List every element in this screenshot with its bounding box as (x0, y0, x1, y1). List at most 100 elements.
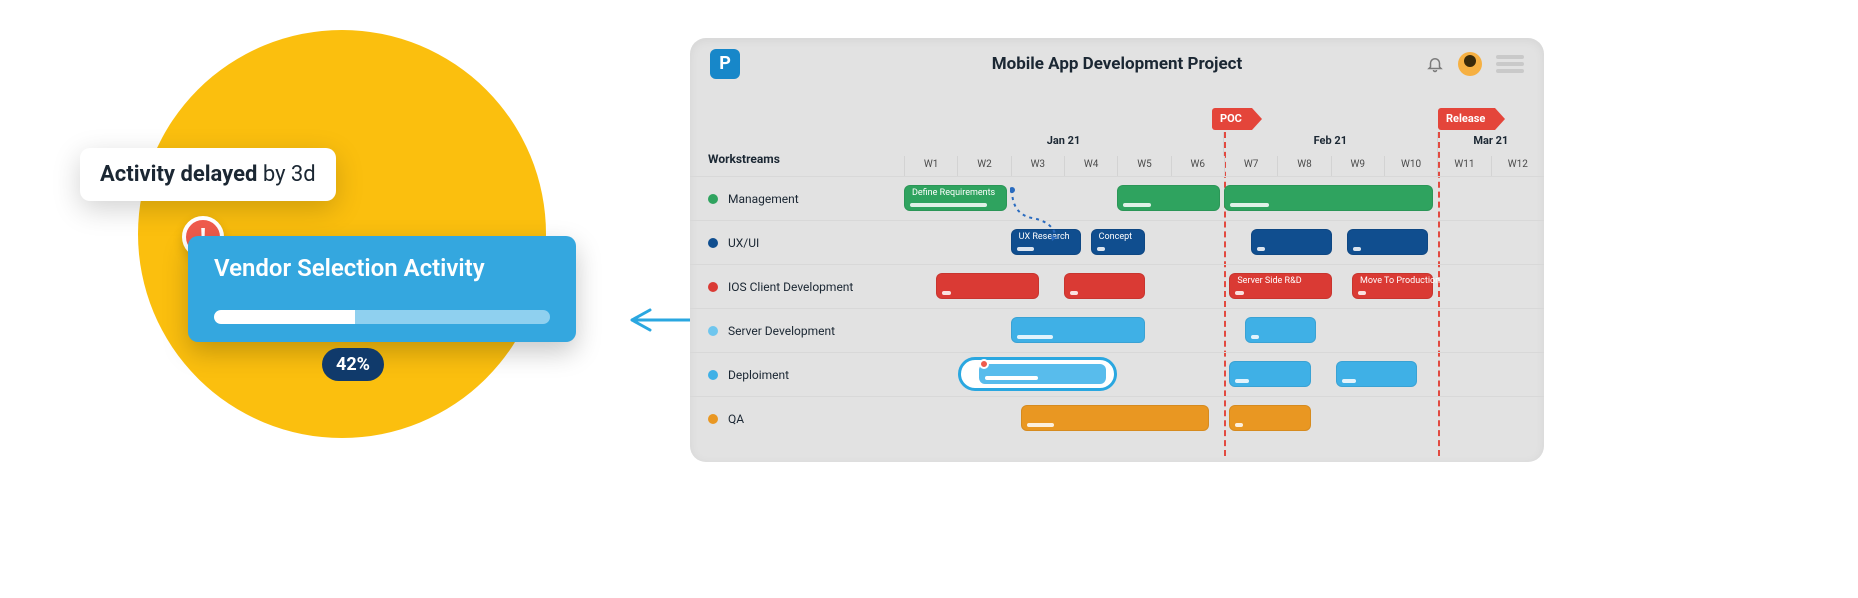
row-label: IOS Client Development (690, 280, 904, 294)
bar-move-to-production[interactable]: Move To Production (1352, 273, 1433, 299)
row-dot (708, 326, 718, 336)
row-dot (708, 194, 718, 204)
bar[interactable] (1117, 185, 1220, 211)
app-logo-letter: P (719, 55, 731, 73)
bar[interactable] (1251, 229, 1332, 255)
bar[interactable] (1336, 361, 1417, 387)
bar-progress (1235, 423, 1243, 427)
bar-progress (1353, 247, 1361, 251)
week-w7: W7 (1224, 156, 1277, 176)
week-w9: W9 (1331, 156, 1384, 176)
app-title: Mobile App Development Project (690, 54, 1544, 74)
bar-progress (1230, 203, 1269, 207)
week-w5: W5 (1117, 156, 1170, 176)
activity-percent-badge: 42% (322, 348, 384, 381)
lane (904, 397, 1544, 440)
week-w11: W11 (1437, 156, 1490, 176)
bar-progress (1235, 379, 1249, 383)
delay-tooltip-rest: by 3d (257, 162, 315, 187)
month-feb: Feb 21 (1223, 132, 1437, 156)
sidebar-heading: Workstreams (690, 132, 904, 176)
week-w8: W8 (1277, 156, 1330, 176)
milestone-poc[interactable]: POC (1212, 108, 1252, 130)
lane (904, 353, 1544, 396)
delay-tooltip-strong: Activity delayed (100, 162, 257, 187)
row-label: UX/UI (690, 236, 904, 250)
bar-progress (1251, 335, 1259, 339)
row-name: IOS Client Development (728, 280, 853, 294)
week-w10: W10 (1384, 156, 1437, 176)
month-mar: Mar 21 (1437, 132, 1544, 156)
lane: Server Side R&D Move To Production (904, 265, 1544, 308)
row-name: Deploiment (728, 368, 789, 382)
row-dot (708, 282, 718, 292)
highlighted-activity[interactable] (958, 357, 1117, 391)
lane (904, 309, 1544, 352)
row-ios-client-development: IOS Client Development Server Side R&D Mov… (690, 264, 1544, 308)
bar-progress (1017, 335, 1054, 339)
bar[interactable] (1229, 361, 1310, 387)
lane: Define Requirements (904, 177, 1544, 220)
bar-label: Move To Production (1360, 276, 1440, 286)
bar-progress (910, 203, 987, 207)
week-w1: W1 (904, 156, 957, 176)
bar-progress (1342, 379, 1356, 383)
bar-progress (1017, 247, 1035, 251)
row-dot (708, 370, 718, 380)
lane: UX Research Concept (904, 221, 1544, 264)
row-label: QA (690, 412, 904, 426)
timeline-rows: ManagementDefine RequirementsUX/UIUX Res… (690, 176, 1544, 462)
bar[interactable] (1347, 229, 1428, 255)
bar-label: Define Requirements (912, 188, 995, 198)
project-app-window: P Mobile App Development Project POC Rel… (690, 38, 1544, 462)
bar[interactable] (936, 273, 1039, 299)
bar[interactable] (1011, 317, 1146, 343)
bar[interactable] (1064, 273, 1145, 299)
bar[interactable] (1224, 185, 1433, 211)
bar-label: Server Side R&D (1237, 276, 1301, 286)
delay-tooltip: Activity delayed by 3d (80, 148, 336, 201)
row-server-development: Server Development (690, 308, 1544, 352)
row-management: Management Define Requirements (690, 176, 1544, 220)
row-deploiment: Deploiment (690, 352, 1544, 396)
activity-progress-fill (214, 310, 355, 324)
week-w3: W3 (1011, 156, 1064, 176)
app-header: P Mobile App Development Project (690, 38, 1544, 90)
bar-progress (1358, 291, 1366, 295)
bar-define-requirements[interactable]: Define Requirements (904, 185, 1007, 211)
bar[interactable] (1245, 317, 1316, 343)
month-jan: Jan 21 (904, 132, 1223, 156)
bar-progress (1027, 423, 1053, 427)
row-label: Management (690, 192, 904, 206)
row-label: Server Development (690, 324, 904, 338)
alert-dot (979, 359, 989, 369)
bar-label: UX Research (1019, 232, 1070, 242)
row-name: QA (728, 412, 744, 426)
bar[interactable] (1021, 405, 1209, 431)
activity-card[interactable]: Vendor Selection Activity (188, 236, 576, 342)
bar-progress (942, 291, 951, 295)
activity-title: Vendor Selection Activity (214, 254, 550, 282)
bar-progress (1097, 247, 1105, 251)
bar-concept[interactable]: Concept (1091, 229, 1146, 255)
row-ux-ui: UX/UI UX Research Concept (690, 220, 1544, 264)
bar-ux-research[interactable]: UX Research (1011, 229, 1082, 255)
bar-progress (1123, 203, 1150, 207)
week-w12: W12 (1491, 156, 1544, 176)
bar-progress (1070, 291, 1078, 295)
bar[interactable] (1229, 405, 1310, 431)
bell-icon[interactable] (1426, 55, 1444, 73)
menu-icon[interactable] (1496, 55, 1524, 73)
row-dot (708, 414, 718, 424)
bar-label: Concept (1099, 232, 1132, 242)
row-label: Deploiment (690, 368, 904, 382)
week-w6: W6 (1171, 156, 1224, 176)
row-name: Management (728, 192, 799, 206)
milestone-release[interactable]: Release (1438, 108, 1495, 130)
bar-server-side-r-d[interactable]: Server Side R&D (1229, 273, 1332, 299)
milestone-ribbons: POC Release (690, 108, 1544, 128)
week-w4: W4 (1064, 156, 1117, 176)
avatar[interactable] (1458, 52, 1482, 76)
app-logo[interactable]: P (710, 49, 740, 79)
row-qa: QA (690, 396, 1544, 440)
